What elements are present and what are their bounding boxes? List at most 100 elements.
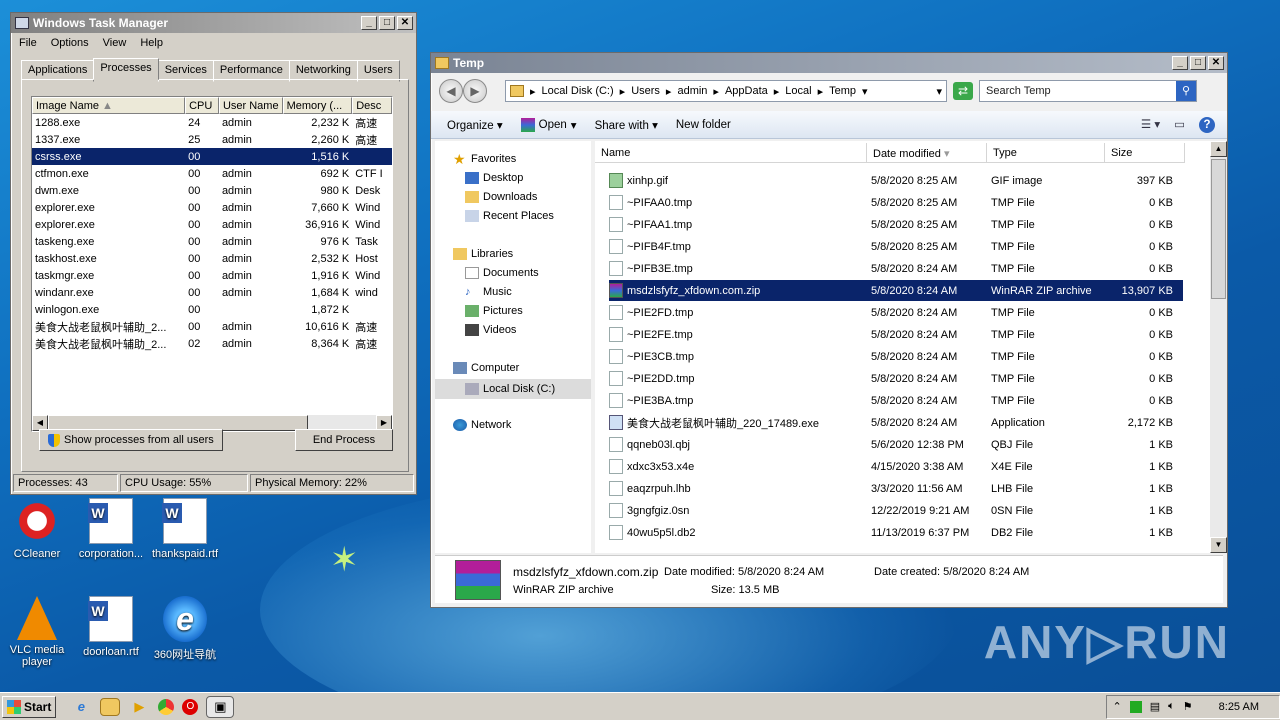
nav-videos[interactable]: Videos (465, 324, 516, 336)
new-folder-button[interactable]: New folder (676, 119, 731, 131)
process-row[interactable]: ctfmon.exe 00 admin 692 K CTF I (32, 165, 392, 182)
desktop-icon-doorloan[interactable]: doorloan.rtf (74, 596, 148, 658)
share-with-button[interactable]: Share with ▾ (595, 118, 658, 132)
show-all-processes-button[interactable]: Show processes from all users (39, 429, 223, 451)
nav-desktop[interactable]: Desktop (465, 172, 523, 184)
back-button[interactable]: ◀ (439, 79, 463, 103)
file-row[interactable]: ~PIFB4F.tmp 5/8/2020 8:25 AM TMP File 0 KB (609, 236, 1183, 257)
preview-pane-icon[interactable]: ▭ (1174, 117, 1185, 133)
volume-icon[interactable]: 🔈︎ (1168, 700, 1175, 713)
process-row[interactable]: explorer.exe 00 admin 36,916 K Wind (32, 216, 392, 233)
file-row[interactable]: ~PIFB3E.tmp 5/8/2020 8:24 AM TMP File 0 KB (609, 258, 1183, 279)
action-center-flag-icon[interactable]: ⚑ (1183, 700, 1193, 713)
organize-button[interactable]: Organize ▾ (447, 118, 503, 132)
menu-help[interactable]: Help (140, 37, 163, 49)
file-row[interactable]: ~PIE2DD.tmp 5/8/2020 8:24 AM TMP File 0 KB (609, 368, 1183, 389)
column-cpu[interactable]: CPU (185, 97, 219, 114)
file-list-vscrollbar[interactable]: ▲ ▼ (1210, 141, 1227, 553)
file-row[interactable]: ~PIE3BA.tmp 5/8/2020 8:24 AM TMP File 0 KB (609, 390, 1183, 411)
process-row[interactable]: taskmgr.exe 00 admin 1,916 K Wind (32, 267, 392, 284)
process-row[interactable]: 1288.exe 24 admin 2,232 K 高速 (32, 114, 392, 131)
network-tray-icon[interactable]: ▤ (1150, 700, 1160, 713)
file-row[interactable]: xinhp.gif 5/8/2020 8:25 AM GIF image 397 KB (609, 170, 1183, 191)
column-memory[interactable]: Memory (... (282, 97, 353, 114)
task-manager-titlebar[interactable]: Windows Task Manager _ □ ✕ (11, 13, 416, 33)
minimize-button[interactable]: _ (1172, 56, 1188, 70)
open-button[interactable]: Open ▾ (520, 117, 577, 132)
file-row[interactable]: ~PIE3CB.tmp 5/8/2020 8:24 AM TMP File 0 KB (609, 346, 1183, 367)
column-image-name[interactable]: Image Name ▲ (32, 97, 186, 114)
menu-file[interactable]: File (19, 37, 37, 49)
file-row[interactable]: ~PIE2FE.tmp 5/8/2020 8:24 AM TMP File 0 KB (609, 324, 1183, 345)
explorer-titlebar[interactable]: Temp _ □ ✕ (431, 53, 1227, 73)
task-manager-taskbar-icon[interactable]: ▣ (206, 695, 235, 718)
file-list[interactable]: Name Date modified ▾ Type Size xinhp.gif… (595, 141, 1227, 553)
opera-icon[interactable]: O (182, 698, 199, 715)
process-row[interactable]: windanr.exe 00 admin 1,684 K wind (32, 284, 392, 301)
end-process-button[interactable]: End Process (295, 429, 393, 451)
nav-documents[interactable]: Documents (465, 267, 539, 279)
search-icon[interactable]: ⚲ (1176, 81, 1196, 101)
help-icon[interactable]: ? (1199, 116, 1215, 133)
clock[interactable]: 8:25 AM (1219, 701, 1259, 713)
desktop-icon-thankspaid[interactable]: thankspaid.rtf (148, 498, 222, 560)
process-row[interactable]: dwm.exe 00 admin 980 K Desk (32, 182, 392, 199)
nav-computer[interactable]: Computer (453, 362, 519, 374)
breadcrumb-temp[interactable]: Temp (829, 85, 856, 97)
task-manager-window[interactable]: Windows Task Manager _ □ ✕ File Options … (10, 12, 417, 495)
explorer-taskbar-icon[interactable] (100, 697, 121, 716)
refresh-button[interactable]: ⇄ (953, 82, 973, 100)
process-row[interactable]: winlogon.exe 00 1,872 K (32, 301, 392, 318)
desktop-icon-360[interactable]: e 360网址导航 (148, 596, 222, 662)
process-list[interactable]: Image Name ▲ CPU User Name Memory (... D… (31, 96, 393, 432)
nav-music[interactable]: ♪ Music (465, 286, 512, 298)
process-row[interactable]: taskeng.exe 00 admin 976 K Task (32, 233, 392, 250)
file-row[interactable]: qqneb03l.qbj 5/6/2020 12:38 PM QBJ File 1 K… (609, 434, 1183, 455)
desktop-icon-corporation[interactable]: corporation... (74, 498, 148, 560)
file-row[interactable]: msdzlsfyfz_xfdown.com.zip 5/8/2020 8:24 A… (609, 280, 1183, 301)
desktop-icon-vlc[interactable]: VLC media player (0, 596, 74, 668)
maximize-button[interactable]: □ (379, 16, 395, 30)
process-row[interactable]: taskhost.exe 00 admin 2,532 K Host (32, 250, 392, 267)
close-button[interactable]: ✕ (1208, 56, 1224, 70)
process-row[interactable]: 1337.exe 25 admin 2,260 K 高速 (32, 131, 392, 148)
nav-recent-places[interactable]: Recent Places (465, 210, 554, 222)
breadcrumb-appdata[interactable]: AppData (725, 85, 768, 97)
process-row[interactable]: 美食大战老鼠枫叶辅助_2... 02 admin 8,364 K 高速 (32, 335, 392, 352)
chrome-icon[interactable] (158, 698, 175, 715)
close-button[interactable]: ✕ (397, 16, 413, 30)
navigation-pane[interactable]: ★ Favorites Desktop Downloads Recent Plac… (435, 141, 591, 553)
explorer-window[interactable]: Temp _ □ ✕ ◀ ▶ ▸ Local Disk (C:) ▸ Users ▸… (430, 52, 1228, 608)
column-user-name[interactable]: User Name (218, 97, 283, 114)
process-row[interactable]: explorer.exe 00 admin 7,660 K Wind (32, 199, 392, 216)
scroll-up-button[interactable]: ▲ (1210, 141, 1227, 157)
internet-explorer-icon[interactable]: e (70, 696, 92, 718)
media-player-icon[interactable]: ▶ (128, 696, 150, 718)
breadcrumb-local[interactable]: Local (785, 85, 811, 97)
file-row[interactable]: ~PIFAA0.tmp 5/8/2020 8:25 AM TMP File 0 KB (609, 192, 1183, 213)
tray-green-icon[interactable] (1129, 700, 1142, 713)
process-row[interactable]: 美食大战老鼠枫叶辅助_2... 00 admin 10,616 K 高速 (32, 318, 392, 335)
nav-libraries[interactable]: Libraries (453, 248, 513, 260)
nav-pictures[interactable]: Pictures (465, 305, 523, 317)
file-row[interactable]: xdxc3x53.x4e 4/15/2020 3:38 AM X4E File 1 K… (609, 456, 1183, 477)
process-row[interactable]: csrss.exe 00 1,516 K (32, 148, 392, 165)
breadcrumb-users[interactable]: Users (631, 85, 660, 97)
nav-network[interactable]: Network (453, 419, 511, 431)
menu-options[interactable]: Options (51, 37, 89, 49)
maximize-button[interactable]: □ (1190, 56, 1206, 70)
breadcrumb-local-disk[interactable]: Local Disk (C:) (542, 85, 614, 97)
nav-downloads[interactable]: Downloads (465, 191, 537, 203)
scroll-down-button[interactable]: ▼ (1210, 537, 1227, 553)
file-row[interactable]: ~PIFAA1.tmp 5/8/2020 8:25 AM TMP File 0 KB (609, 214, 1183, 235)
desktop-icon-ccleaner[interactable]: CCleaner (0, 498, 74, 560)
nav-local-disk[interactable]: Local Disk (C:) (435, 379, 591, 399)
view-options-icon[interactable]: ☰ ▾ (1141, 117, 1160, 133)
column-type[interactable]: Type (987, 143, 1105, 162)
forward-button[interactable]: ▶ (463, 79, 487, 103)
file-row[interactable]: 3gngfgiz.0sn 12/22/2019 9:21 AM 0SN File 1 … (609, 500, 1183, 521)
show-hidden-icons-icon[interactable]: ⌃ (1113, 700, 1122, 713)
column-date-modified[interactable]: Date modified ▾ (867, 143, 987, 162)
address-dropdown-icon[interactable]: ▾ (936, 85, 942, 98)
breadcrumb-admin[interactable]: admin (677, 85, 707, 97)
